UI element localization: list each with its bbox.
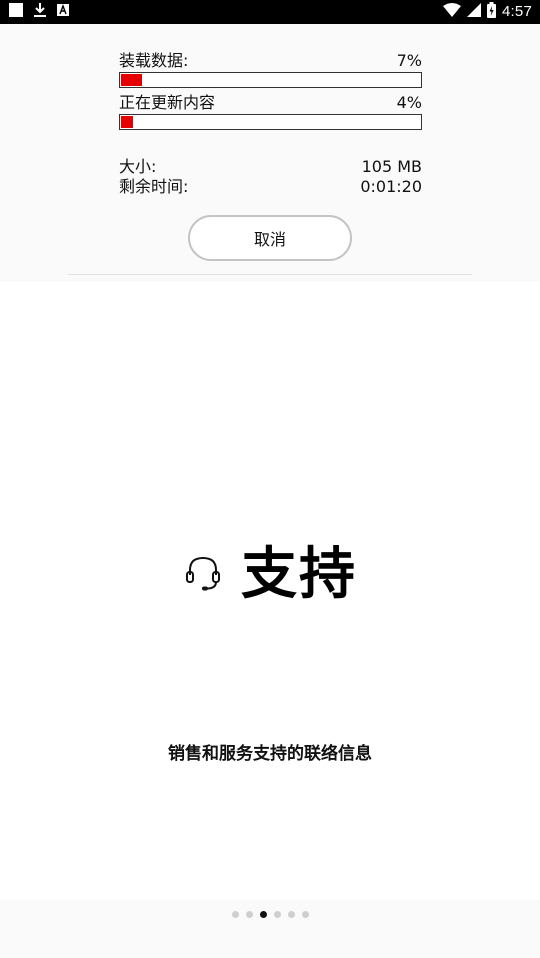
- remaining-time-value: 0:01:20: [360, 177, 422, 196]
- loading-label: 装载数据:: [119, 51, 189, 70]
- updating-label: 正在更新内容: [119, 93, 216, 112]
- update-panel: 装载数据: 7% 正在更新内容 4% 大小: 105 MB 剩余时间: 0:01…: [0, 24, 540, 282]
- headset-icon: [183, 553, 223, 597]
- size-value: 105 MB: [361, 157, 422, 176]
- updating-row: 正在更新内容 4%: [119, 93, 422, 113]
- page-dot[interactable]: [301, 911, 309, 918]
- battery-icon: [487, 1, 496, 23]
- wifi-icon: [443, 2, 461, 22]
- page-dot[interactable]: [259, 911, 267, 918]
- feature-title: 支持: [241, 542, 357, 607]
- updating-progress-bar: [119, 114, 422, 130]
- size-label: 大小:: [119, 157, 157, 176]
- loading-progress-bar: [119, 72, 422, 88]
- feature-description: 销售和服务支持的联络信息: [168, 744, 372, 764]
- signal-icon: [467, 2, 481, 22]
- page-dot[interactable]: [287, 911, 295, 918]
- status-time: 4:57: [502, 3, 532, 20]
- page-dot[interactable]: [231, 911, 239, 918]
- remaining-time-row: 剩余时间: 0:01:20: [119, 177, 422, 197]
- cancel-button[interactable]: 取消: [188, 215, 352, 261]
- notification-square-icon: [9, 2, 23, 22]
- loading-row: 装载数据: 7%: [119, 51, 422, 71]
- cancel-button-label: 取消: [253, 230, 286, 249]
- divider: [68, 274, 472, 275]
- updating-progress-fill: [121, 116, 133, 128]
- footer: [0, 900, 540, 958]
- a-badge-icon: [57, 3, 69, 21]
- status-bar: 4:57: [0, 0, 540, 24]
- download-icon: [33, 2, 47, 23]
- feature-heading: 支持: [0, 540, 540, 610]
- size-row: 大小: 105 MB: [119, 157, 422, 177]
- page-indicator[interactable]: [0, 911, 540, 918]
- status-bar-right: 4:57: [443, 0, 532, 24]
- page-dot[interactable]: [273, 911, 281, 918]
- page-dot[interactable]: [245, 911, 253, 918]
- updating-percent: 4%: [396, 93, 422, 112]
- remaining-time-label: 剩余时间:: [119, 177, 189, 196]
- status-bar-left: [9, 2, 69, 23]
- loading-progress-fill: [121, 74, 142, 86]
- loading-percent: 7%: [396, 51, 422, 70]
